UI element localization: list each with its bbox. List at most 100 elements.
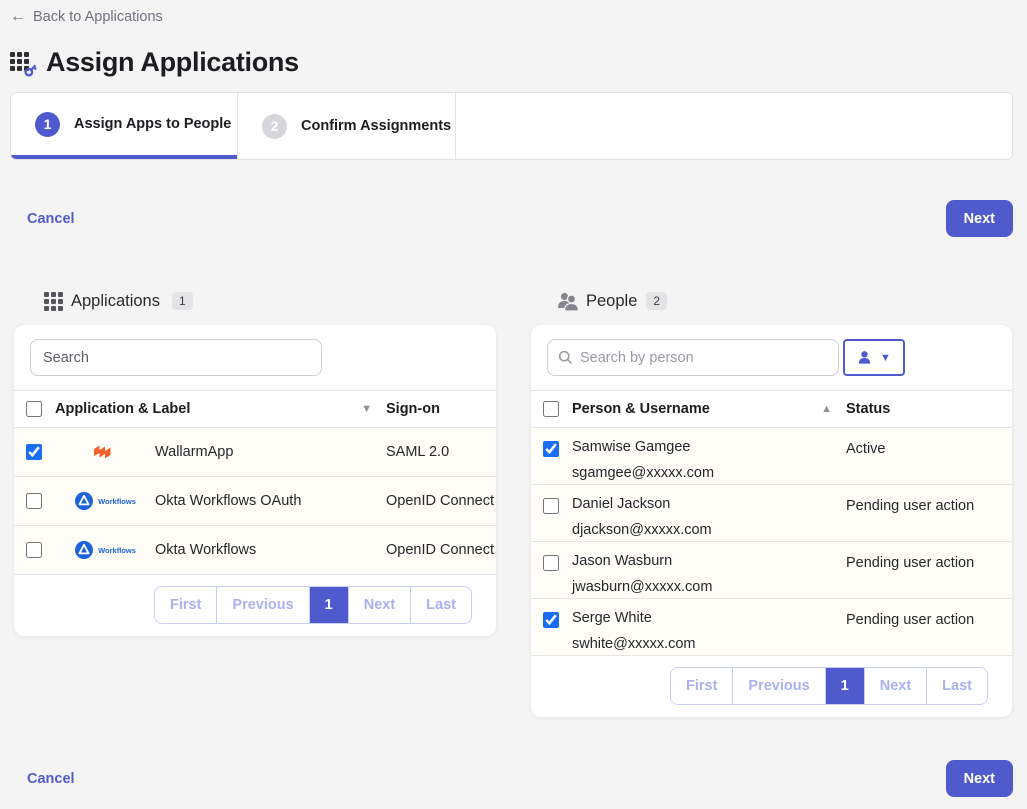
- applications-table-header: Application & Label ▼ Sign-on: [14, 390, 496, 428]
- pagination-last-button[interactable]: Last: [410, 587, 471, 623]
- people-count-badge: 2: [646, 292, 667, 310]
- application-signon: OpenID Connect: [386, 542, 496, 558]
- pagination-next-button[interactable]: Next: [348, 587, 410, 623]
- person-username: jwasburn@xxxxx.com: [572, 579, 846, 595]
- wizard-tabbar: 1 Assign Apps to People 2 Confirm Assign…: [10, 92, 1013, 160]
- pagination-first-button[interactable]: First: [671, 668, 732, 704]
- applications-sort-header[interactable]: Application & Label ▼: [55, 401, 386, 417]
- page-title: Assign Applications: [46, 47, 299, 78]
- person-name: Jason Wasburn: [572, 553, 846, 569]
- person-name: Daniel Jackson: [572, 496, 846, 512]
- applications-header-label: Applications: [71, 292, 160, 311]
- application-row: Workflows Okta Workflows OAuth OpenID Co…: [14, 477, 496, 526]
- next-button-top[interactable]: Next: [946, 200, 1013, 237]
- people-header: People 2: [531, 289, 1012, 313]
- pagination-last-button[interactable]: Last: [926, 668, 987, 704]
- okta-workflows-logo-icon: Workflows: [55, 540, 155, 560]
- applications-search-row: [14, 325, 496, 390]
- search-icon: [558, 350, 573, 365]
- person-checkbox[interactable]: [543, 555, 559, 571]
- person-checkbox[interactable]: [543, 612, 559, 628]
- people-search-input[interactable]: [580, 350, 828, 366]
- person-name: Samwise Gamgee: [572, 439, 846, 455]
- person-name: Serge White: [572, 610, 846, 626]
- person-icon: [857, 350, 872, 365]
- applications-column: Applications 1 Application & Label ▼ Sig…: [14, 289, 496, 717]
- applications-count-badge: 1: [172, 292, 193, 310]
- back-to-applications-link[interactable]: ← Back to Applications: [10, 9, 163, 25]
- people-pagination: First Previous 1 Next Last: [531, 656, 1012, 717]
- assign-applications-icon: [10, 50, 36, 76]
- application-checkbox[interactable]: [26, 444, 42, 460]
- assign-applications-page: ← Back to Applications Assign Applicatio…: [0, 0, 1027, 797]
- person-row: Serge White swhite@xxxxx.com Pending use…: [531, 599, 1012, 656]
- people-search-field: [547, 339, 839, 376]
- back-link-label: Back to Applications: [33, 9, 163, 25]
- workflows-logo-text: Workflows: [98, 546, 136, 555]
- applications-search-input[interactable]: [30, 339, 322, 376]
- top-actions: Cancel Next: [10, 200, 1013, 237]
- tab-confirm-assignments[interactable]: 2 Confirm Assignments: [237, 93, 456, 159]
- application-name: WallarmApp: [155, 444, 386, 460]
- key-icon: [23, 62, 39, 78]
- people-select-all-checkbox[interactable]: [543, 401, 559, 417]
- people-header-label: People: [586, 292, 637, 311]
- people-sort-header[interactable]: Person & Username ▲: [572, 401, 846, 417]
- person-username: sgamgee@xxxxx.com: [572, 465, 846, 481]
- next-button-bottom[interactable]: Next: [946, 760, 1013, 797]
- workflows-logo-text: Workflows: [98, 497, 136, 506]
- application-signon: OpenID Connect: [386, 493, 496, 509]
- applications-grid-icon: [44, 292, 63, 311]
- bottom-actions: Cancel Next: [10, 760, 1013, 797]
- pagination-page-1-button[interactable]: 1: [309, 587, 348, 623]
- applications-select-all-checkbox[interactable]: [26, 401, 42, 417]
- person-status: Active: [846, 439, 1012, 457]
- application-name: Okta Workflows: [155, 542, 386, 558]
- people-column: People 2: [531, 289, 1012, 717]
- person-checkbox[interactable]: [543, 441, 559, 457]
- cancel-link-bottom[interactable]: Cancel: [27, 771, 75, 787]
- column-status: Status: [846, 401, 1012, 417]
- caret-down-icon: ▼: [880, 352, 891, 364]
- applications-header: Applications 1: [14, 289, 496, 313]
- application-name: Okta Workflows OAuth: [155, 493, 386, 509]
- okta-workflows-logo-icon: Workflows: [55, 491, 155, 511]
- sort-desc-icon: ▼: [361, 403, 372, 415]
- person-checkbox[interactable]: [543, 498, 559, 514]
- tab-label: Confirm Assignments: [301, 118, 451, 134]
- person-username: djackson@xxxxx.com: [572, 522, 846, 538]
- pagination-previous-button[interactable]: Previous: [732, 668, 824, 704]
- pagination-previous-button[interactable]: Previous: [216, 587, 308, 623]
- pagination-first-button[interactable]: First: [155, 587, 216, 623]
- step-2-badge: 2: [262, 114, 287, 139]
- step-1-badge: 1: [35, 112, 60, 137]
- sort-asc-icon: ▲: [821, 403, 832, 415]
- tab-label: Assign Apps to People: [74, 116, 231, 132]
- people-card: ▼ Person & Username ▲ Status Samwise Gam…: [531, 325, 1012, 717]
- person-row: Samwise Gamgee sgamgee@xxxxx.com Active: [531, 428, 1012, 485]
- person-row: Daniel Jackson djackson@xxxxx.com Pendin…: [531, 485, 1012, 542]
- person-status: Pending user action: [846, 553, 1012, 571]
- column-application-label: Application & Label: [55, 401, 190, 417]
- applications-pagination: First Previous 1 Next Last: [14, 575, 496, 636]
- cancel-link-top[interactable]: Cancel: [27, 211, 75, 227]
- person-status: Pending user action: [846, 496, 1012, 514]
- application-signon: SAML 2.0: [386, 444, 496, 460]
- application-checkbox[interactable]: [26, 542, 42, 558]
- pagination-next-button[interactable]: Next: [864, 668, 926, 704]
- person-row: Jason Wasburn jwasburn@xxxxx.com Pending…: [531, 542, 1012, 599]
- person-filter-dropdown[interactable]: ▼: [843, 339, 905, 376]
- back-arrow-icon: ←: [10, 9, 26, 25]
- application-row: WallarmApp SAML 2.0: [14, 428, 496, 477]
- application-checkbox[interactable]: [26, 493, 42, 509]
- person-status: Pending user action: [846, 610, 1012, 628]
- tab-assign-apps-to-people[interactable]: 1 Assign Apps to People: [11, 93, 237, 159]
- applications-card: Application & Label ▼ Sign-on WallarmApp…: [14, 325, 496, 636]
- people-search-row: ▼: [531, 325, 1012, 390]
- pagination-page-1-button[interactable]: 1: [825, 668, 864, 704]
- page-header: Assign Applications: [10, 47, 1013, 78]
- wallarm-logo-icon: [55, 443, 155, 461]
- main-content: Applications 1 Application & Label ▼ Sig…: [10, 289, 1013, 717]
- column-signon: Sign-on: [386, 401, 496, 417]
- application-row: Workflows Okta Workflows OpenID Connect: [14, 526, 496, 575]
